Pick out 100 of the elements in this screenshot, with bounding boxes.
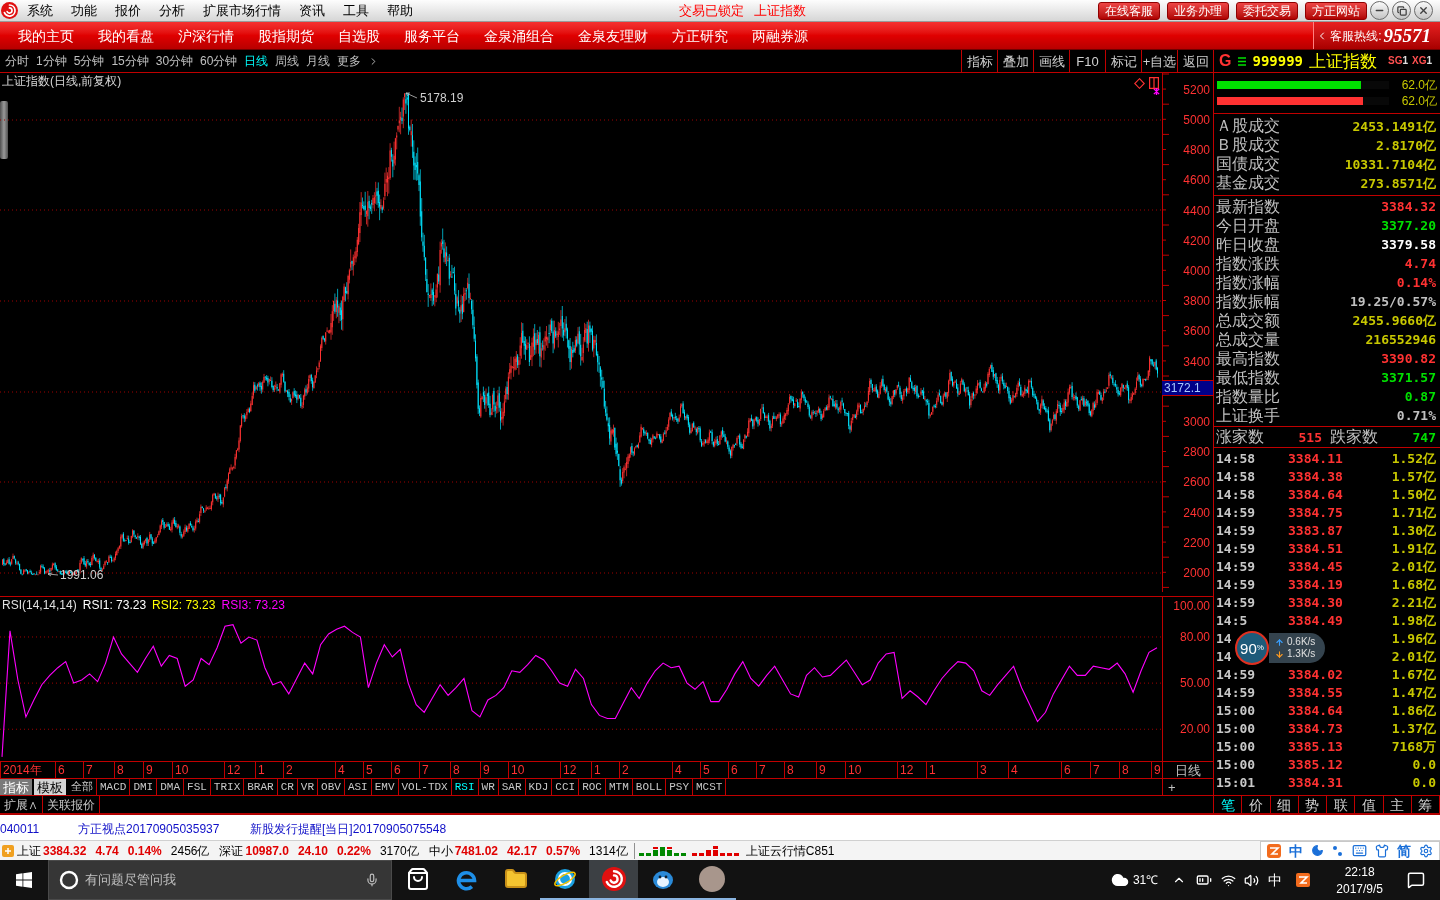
nav-item[interactable]: 金泉友理财 — [566, 22, 660, 49]
indicator-tab[interactable]: FSL — [184, 779, 211, 795]
stat-value: 4.74 — [1404, 257, 1437, 270]
chart-tool-button[interactable]: 叠加 — [997, 50, 1033, 72]
nav-item[interactable]: 金泉涌组合 — [472, 22, 566, 49]
menu-item[interactable]: 分析 — [150, 0, 194, 21]
indicator-tab[interactable]: MTM — [606, 779, 633, 795]
usage-ring[interactable]: 90% — [1235, 631, 1269, 665]
volume-icon[interactable] — [1244, 872, 1260, 888]
chart-tool-button[interactable]: 画线 — [1033, 50, 1069, 72]
indicator-tab[interactable]: BRAR — [244, 779, 278, 795]
period-tab[interactable]: 分时 — [5, 55, 29, 67]
shirt-icon[interactable] — [1375, 843, 1389, 858]
tray-app-icon[interactable] — [1296, 873, 1311, 887]
nav-item[interactable]: 方正研究 — [660, 22, 740, 49]
ime-script[interactable]: 简 — [1397, 843, 1411, 858]
period-tab[interactable]: 日线 — [244, 55, 269, 67]
nav-item[interactable]: 我的看盘 — [86, 22, 166, 49]
clock-time[interactable]: 22:18 — [1344, 865, 1375, 878]
indicator-tab[interactable]: MCST — [693, 779, 727, 795]
period-tab[interactable]: 15分钟 — [111, 55, 149, 67]
indicator-tab[interactable]: CR — [277, 779, 298, 795]
menu-item[interactable]: 扩展市场行情 — [194, 0, 290, 21]
period-tab[interactable]: 1分钟 — [36, 55, 67, 67]
menu-item[interactable]: 工具 — [334, 0, 378, 21]
cloud-icon[interactable] — [1109, 871, 1130, 889]
period-tab[interactable]: 30分钟 — [155, 55, 194, 67]
volume-amount: 62.0亿 — [1401, 95, 1437, 107]
news-link[interactable]: 方正视点20170905035937 — [78, 821, 220, 836]
indicator-tab[interactable]: RSI — [451, 779, 479, 795]
clock-date[interactable]: 2017/9/5 — [1336, 882, 1383, 895]
indicator-tab[interactable]: MACD — [97, 779, 131, 795]
nav-item[interactable]: 沪深行情 — [166, 22, 246, 49]
nav-item[interactable]: 服务平台 — [392, 22, 472, 49]
indicator-mode-tab[interactable]: 模板 — [34, 779, 66, 795]
indicator-tab[interactable]: SAR — [498, 779, 526, 795]
diamond-marker-icon[interactable] — [1134, 78, 1145, 89]
news-link[interactable]: 040011 — [0, 821, 40, 836]
keyboard-icon[interactable] — [1352, 843, 1367, 858]
restore-button[interactable] — [1392, 1, 1411, 20]
add-panel-button[interactable]: + — [1168, 780, 1176, 794]
indicator-tab[interactable]: ROC — [579, 779, 606, 795]
menu-item[interactable]: 资讯 — [290, 0, 334, 21]
nav-item[interactable]: 股指期货 — [246, 22, 326, 49]
indicator-tab[interactable]: OBV — [318, 779, 345, 795]
indicator-tab[interactable]: DMA — [157, 779, 185, 795]
menu-item[interactable]: 帮助 — [378, 0, 422, 21]
indicator-tab[interactable]: BOLL — [632, 779, 667, 795]
input-language[interactable]: 中 — [1268, 873, 1283, 887]
period-tab[interactable]: 5分钟 — [73, 55, 105, 67]
menu-item[interactable]: 系统 — [18, 0, 62, 21]
chart-tool-button[interactable]: 指标 — [961, 50, 997, 72]
header-button[interactable]: 方正网站 — [1305, 1, 1367, 20]
chart-tool-button[interactable]: F10 — [1069, 50, 1105, 72]
search-input[interactable]: 有问题尽管问我 — [85, 870, 365, 890]
rsi-legend-text: RSI2: 73.23 — [152, 599, 216, 611]
indicator-tab[interactable]: KDJ — [525, 779, 553, 795]
moon-icon[interactable] — [1311, 844, 1324, 857]
close-button[interactable] — [1414, 1, 1433, 20]
microphone-icon[interactable] — [365, 872, 379, 888]
header-button[interactable]: 业务办理 — [1167, 1, 1229, 20]
indicator-tab[interactable]: TRIX — [210, 779, 245, 795]
minimize-button[interactable] — [1370, 1, 1389, 20]
indicator-tab[interactable]: EMV — [371, 779, 399, 795]
news-link[interactable]: 新股发行提醒[当日]20170905075548 — [250, 821, 447, 836]
indicator-tab[interactable]: VOL-TDX — [398, 779, 452, 795]
indicator-mode-tab[interactable]: 指标 — [0, 779, 32, 795]
scroll-grip[interactable] — [0, 101, 8, 159]
punctuation-icon[interactable] — [1332, 844, 1344, 857]
notification-icon[interactable] — [1407, 871, 1425, 889]
nav-item[interactable]: 我的主页 — [6, 22, 86, 49]
temperature-text[interactable]: 31℃ — [1132, 874, 1159, 886]
period-tab[interactable]: 60分钟 — [200, 55, 238, 67]
header-button[interactable]: 在线客服 — [1098, 1, 1160, 20]
wifi-icon[interactable] — [1221, 872, 1237, 888]
indicator-tab[interactable]: ASI — [344, 779, 372, 795]
period-tab[interactable]: 周线 — [275, 55, 300, 67]
chart-tool-button[interactable]: 返回 — [1177, 50, 1213, 72]
search-box[interactable]: 有问题尽管问我 — [48, 860, 392, 900]
battery-icon[interactable] — [1196, 872, 1213, 888]
indicator-tab[interactable]: WR — [478, 779, 499, 795]
ime-logo-icon[interactable] — [1267, 843, 1281, 858]
square-marker-icon[interactable] — [1149, 77, 1159, 89]
indicator-tab[interactable]: VR — [297, 779, 319, 795]
indicator-tab[interactable]: CCI — [552, 779, 580, 795]
chart-tool-button[interactable]: +自选 — [1141, 50, 1177, 72]
period-tab[interactable]: 月线 — [306, 55, 331, 67]
indicator-tab[interactable]: PSY — [666, 779, 693, 795]
menu-item[interactable]: 功能 — [62, 0, 106, 21]
menu-item[interactable]: 报价 — [106, 0, 150, 21]
more-button[interactable]: 更多 — [337, 55, 362, 67]
nav-item[interactable]: 两融券源 — [740, 22, 820, 49]
indicator-tab[interactable]: DMI — [130, 779, 158, 795]
chart-tool-button[interactable]: 标记 — [1105, 50, 1141, 72]
indicator-tab[interactable]: 全部 — [68, 779, 97, 795]
header-button[interactable]: 委托交易 — [1236, 1, 1298, 20]
nav-item[interactable]: 自选股 — [326, 22, 392, 49]
settings-icon[interactable] — [1419, 843, 1433, 858]
ime-mode[interactable]: 中 — [1289, 843, 1303, 858]
taskbar-app-button[interactable] — [589, 860, 638, 900]
